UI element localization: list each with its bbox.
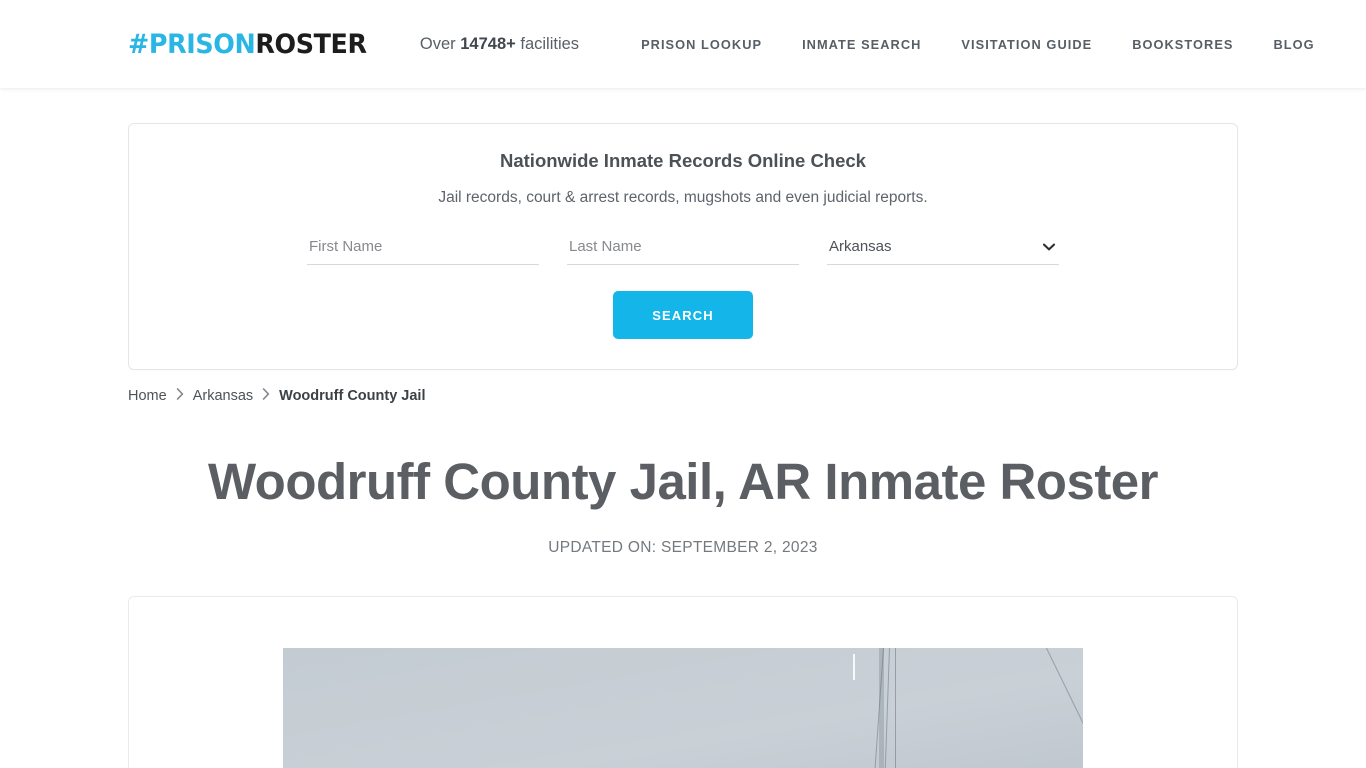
breadcrumb-separator-icon [262,387,270,403]
power-wire-shape [1043,648,1083,768]
breadcrumb-item-arkansas[interactable]: Arkansas [193,388,253,404]
logo-prefix: #PRISON [128,28,256,60]
facility-photo [283,648,1083,768]
first-name-input[interactable] [307,234,539,265]
nav-item-blog[interactable]: BLOG [1254,37,1335,52]
inmate-search-card: Nationwide Inmate Records Online Check J… [128,123,1238,370]
page-title: Woodruff County Jail, AR Inmate Roster [207,453,1159,510]
nav-item-bookstores[interactable]: BOOKSTORES [1112,37,1253,52]
photo-glint-shape [853,654,855,681]
breadcrumb-separator-icon [176,387,184,403]
breadcrumb-item-home[interactable]: Home [128,388,167,404]
state-select[interactable]: Arkansas [827,234,1059,265]
search-button[interactable]: SEARCH [613,291,753,339]
power-wire-shape [895,648,896,768]
breadcrumb: Home Arkansas Woodruff County Jail [128,387,1238,404]
nav-item-visitation-guide[interactable]: VISITATION GUIDE [941,37,1112,52]
facility-count-suffix: facilities [515,34,580,53]
logo-suffix: ROSTER [255,28,367,60]
facility-count-prefix: Over [419,34,461,53]
breadcrumb-item-current: Woodruff County Jail [279,388,426,404]
updated-on-text: UPDATED ON: SEPTEMBER 2, 2023 [548,539,818,557]
site-logo[interactable]: #PRISONROSTER [128,31,367,58]
state-field-wrap: Arkansas [827,234,1059,265]
page-container: Nationwide Inmate Records Online Check J… [128,123,1238,768]
facility-count-number: 14748+ [460,34,516,53]
site-header: #PRISONROSTER Over 14748+ facilities PRI… [0,0,1366,88]
search-card-subtitle: Jail records, court & arrest records, mu… [438,189,928,206]
last-name-field-wrap [567,234,799,265]
main-nav: PRISON LOOKUP INMATE SEARCH VISITATION G… [621,37,1335,52]
search-button-row: SEARCH [159,291,1207,339]
first-name-field-wrap [307,234,539,265]
nav-item-prison-lookup[interactable]: PRISON LOOKUP [621,37,782,52]
facility-count: Over 14748+ facilities [420,35,579,54]
header-inner: #PRISONROSTER Over 14748+ facilities PRI… [128,0,1314,88]
search-fields-row: Arkansas [159,234,1207,265]
facility-content-card [128,596,1238,768]
nav-item-inmate-search[interactable]: INMATE SEARCH [782,37,941,52]
search-card-title: Nationwide Inmate Records Online Check [500,150,866,171]
last-name-input[interactable] [567,234,799,265]
